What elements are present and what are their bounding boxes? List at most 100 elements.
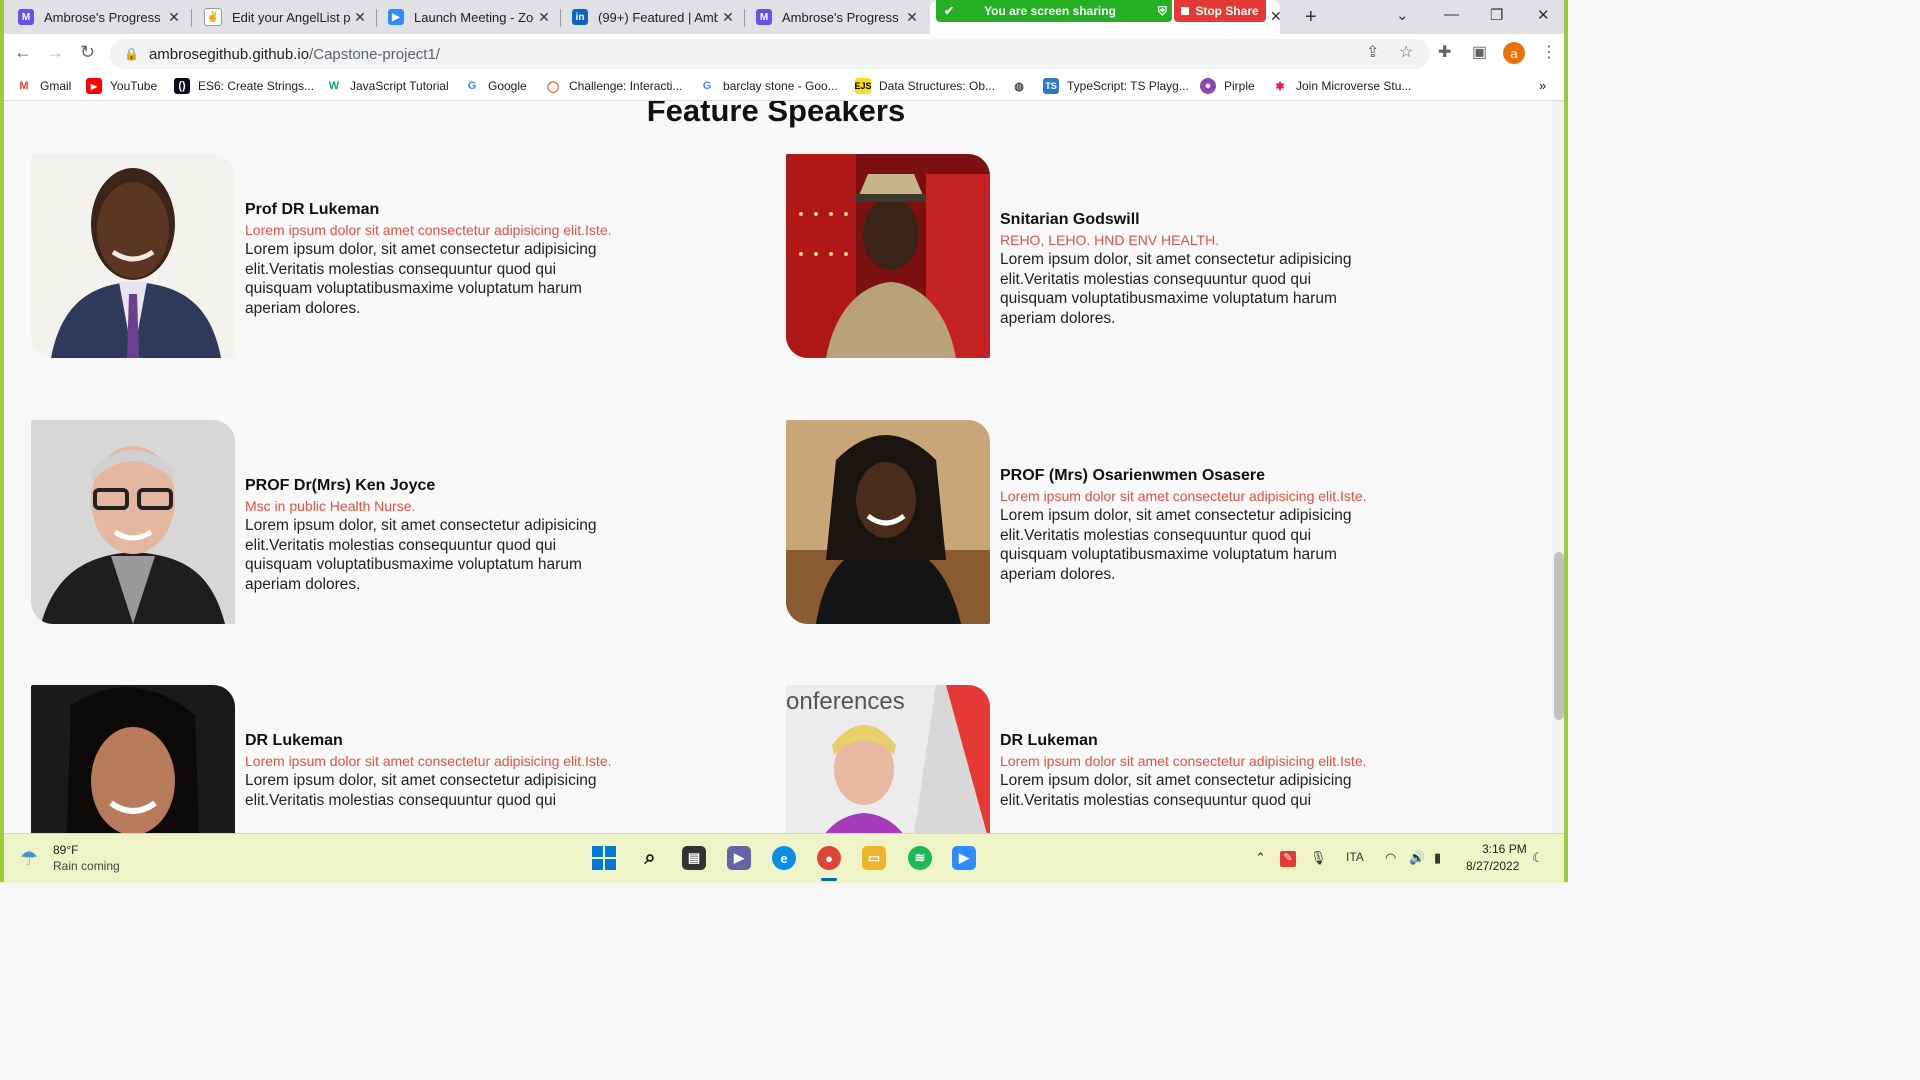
chrome-icon[interactable]: ●: [817, 846, 841, 870]
bookmark-barclay[interactable]: G barclay stone - Goo...: [699, 78, 838, 94]
minimize-button[interactable]: —: [1444, 6, 1459, 23]
portrait-image: [786, 420, 990, 624]
bookmark-globe[interactable]: ◍: [1011, 78, 1035, 94]
close-icon[interactable]: ✕: [1270, 8, 1282, 25]
menu-icon[interactable]: ⋮: [1541, 42, 1557, 62]
clock-date[interactable]: 8/27/2022: [1466, 859, 1519, 873]
scrollbar-thumb[interactable]: [1554, 552, 1564, 720]
bookmark-data-structures[interactable]: EJS Data Structures: Ob...: [855, 78, 995, 94]
close-icon[interactable]: ✕: [718, 9, 738, 26]
tab-search-icon[interactable]: ⌄: [1396, 6, 1409, 24]
close-icon[interactable]: ✕: [164, 9, 184, 26]
window-border-right: [1564, 0, 1568, 882]
bookmark-pirple[interactable]: ● Pirple: [1200, 78, 1255, 94]
zoom-icon[interactable]: ▶: [952, 846, 976, 870]
bookmark-microverse[interactable]: ✱ Join Microverse Stu...: [1272, 78, 1411, 94]
bookmark-challenge[interactable]: ◯ Challenge: Interacti...: [545, 78, 683, 94]
share-page-icon[interactable]: ⇪: [1366, 42, 1379, 62]
task-view-icon[interactable]: ▤: [682, 846, 706, 870]
back-button[interactable]: ←: [14, 42, 32, 63]
bookmark-google[interactable]: G Google: [464, 78, 527, 94]
portrait-image: [31, 685, 235, 833]
close-icon[interactable]: ✕: [534, 9, 554, 26]
tab-ambrose-progress-1[interactable]: M Ambrose's Progress ✕: [0, 4, 190, 30]
url-host: ambrosegithub.github.io: [148, 45, 310, 63]
file-explorer-icon[interactable]: ▭: [862, 846, 886, 870]
weather-icon[interactable]: ☂: [20, 846, 38, 871]
bookmark-gmail[interactable]: M Gmail: [16, 78, 71, 94]
portrait-image: [31, 154, 235, 358]
side-panel-icon[interactable]: ▣: [1472, 42, 1487, 62]
speaker-description: Lorem ipsum dolor, sit amet consectetur …: [1000, 251, 1352, 327]
microphone-icon[interactable]: 🎙: [1310, 850, 1327, 866]
screen-sharing-label: You are screen sharing: [984, 4, 1116, 18]
close-window-button[interactable]: ✕: [1537, 6, 1550, 24]
show-hidden-icons[interactable]: ⌃: [1255, 850, 1266, 866]
extensions-icon[interactable]: ✚: [1438, 42, 1451, 62]
tab-title: (99+) Featured | Ambr: [598, 9, 718, 25]
speaker-role: REHO, LEHO. HND ENV HEALTH.: [1000, 232, 1220, 248]
screen-sharing-banner: ✔ You are screen sharing ⛨: [936, 0, 1172, 22]
volume-icon[interactable]: 🔊: [1409, 850, 1425, 866]
browser-toolbar: ← → ↻ 🔒 ambrosegithub.github.io /Capston…: [0, 34, 1568, 74]
forward-button[interactable]: →: [46, 42, 64, 63]
new-tab-button[interactable]: +: [1305, 6, 1317, 29]
tab-linkedin[interactable]: in (99+) Featured | Ambr ✕: [554, 4, 744, 30]
speaker-photo: [786, 420, 990, 624]
tab-title: Ambrose's Progress: [782, 9, 899, 25]
notifications-icon[interactable]: ☾: [1532, 850, 1544, 866]
address-bar[interactable]: 🔒 ambrosegithub.github.io /Capstone-proj…: [110, 39, 1430, 69]
edge-icon[interactable]: e: [772, 846, 796, 870]
acrobat-icon[interactable]: ✎: [1280, 851, 1296, 867]
bookmark-label: barclay stone - Goo...: [723, 79, 838, 93]
search-icon[interactable]: ⌕: [638, 846, 662, 870]
bookmark-es6[interactable]: () ES6: Create Strings...: [174, 78, 314, 94]
bookmark-label: Join Microverse Stu...: [1296, 79, 1412, 93]
google-icon: G: [702, 80, 712, 92]
bookmark-typescript[interactable]: TS TypeScript: TS Playg...: [1043, 78, 1189, 94]
tab-title: Launch Meeting - Zoo: [414, 9, 534, 25]
weather-temperature[interactable]: 89°F: [53, 843, 78, 857]
clock-time[interactable]: 3:16 PM: [1482, 842, 1527, 856]
shield-icon: ⛨: [1157, 3, 1167, 18]
speaker-role: Msc in public Health Nurse.: [245, 498, 416, 514]
tab-ambrose-progress-2[interactable]: M Ambrose's Progress ✕: [738, 4, 928, 30]
bookmark-label: JavaScript Tutorial: [350, 79, 449, 93]
youtube-icon: ▶: [86, 78, 102, 94]
close-icon[interactable]: ✕: [902, 9, 922, 26]
stop-share-button[interactable]: Stop Share: [1174, 0, 1266, 22]
battery-icon[interactable]: ▮: [1434, 850, 1441, 866]
language-indicator[interactable]: ITA: [1346, 850, 1364, 864]
spotify-icon[interactable]: ≋: [908, 846, 932, 870]
wifi-icon[interactable]: ◠: [1385, 850, 1396, 866]
speaker-description: Lorem ipsum dolor, sit amet consectetur …: [245, 517, 597, 593]
gmail-icon: M: [19, 80, 29, 92]
start-button[interactable]: [592, 846, 616, 870]
bookmark-youtube[interactable]: ▶ YouTube: [86, 78, 157, 94]
reload-button[interactable]: ↻: [80, 42, 95, 63]
speaker-description: Lorem ipsum dolor, sit amet consectetur …: [245, 241, 597, 317]
bookmark-label: Data Structures: Ob...: [879, 79, 996, 93]
tab-title: Ambrose's Progress: [44, 9, 161, 25]
speaker-photo: [31, 420, 235, 624]
bookmark-label: Challenge: Interacti...: [569, 79, 683, 93]
speaker-name: PROF Dr(Mrs) Ken Joyce: [245, 477, 436, 494]
bookmark-label: Gmail: [40, 79, 72, 93]
speaker-description: Lorem ipsum dolor, sit amet consectetur …: [1000, 507, 1352, 583]
bookmark-js-tutorial[interactable]: W JavaScript Tutorial: [326, 78, 449, 94]
profile-avatar[interactable]: a: [1503, 42, 1525, 64]
microverse-icon: M: [756, 9, 772, 25]
speaker-description: Lorem ipsum dolor, sit amet consectetur …: [245, 772, 597, 809]
tab-zoom-meeting[interactable]: ▶ Launch Meeting - Zoo ✕: [370, 4, 560, 30]
slack-icon: ✱: [1275, 80, 1285, 93]
speaker-info: PROF (Mrs) Osarienwmen Osasere Lorem ips…: [1000, 467, 1380, 584]
weather-description[interactable]: Rain coming: [53, 859, 120, 873]
restore-button[interactable]: ❐: [1490, 6, 1503, 24]
bookmark-star-icon[interactable]: ☆: [1399, 42, 1413, 62]
teams-chat-icon[interactable]: ▶: [727, 846, 751, 870]
close-icon[interactable]: ✕: [350, 9, 370, 26]
tab-angellist[interactable]: ✌ Edit your AngelList pr ✕: [186, 4, 376, 30]
section-title: Feature Speakers: [646, 101, 906, 128]
more-bookmarks-icon[interactable]: »: [1539, 78, 1546, 93]
tab-strip: M Ambrose's Progress ✕ ✌ Edit your Angel…: [0, 0, 1568, 34]
